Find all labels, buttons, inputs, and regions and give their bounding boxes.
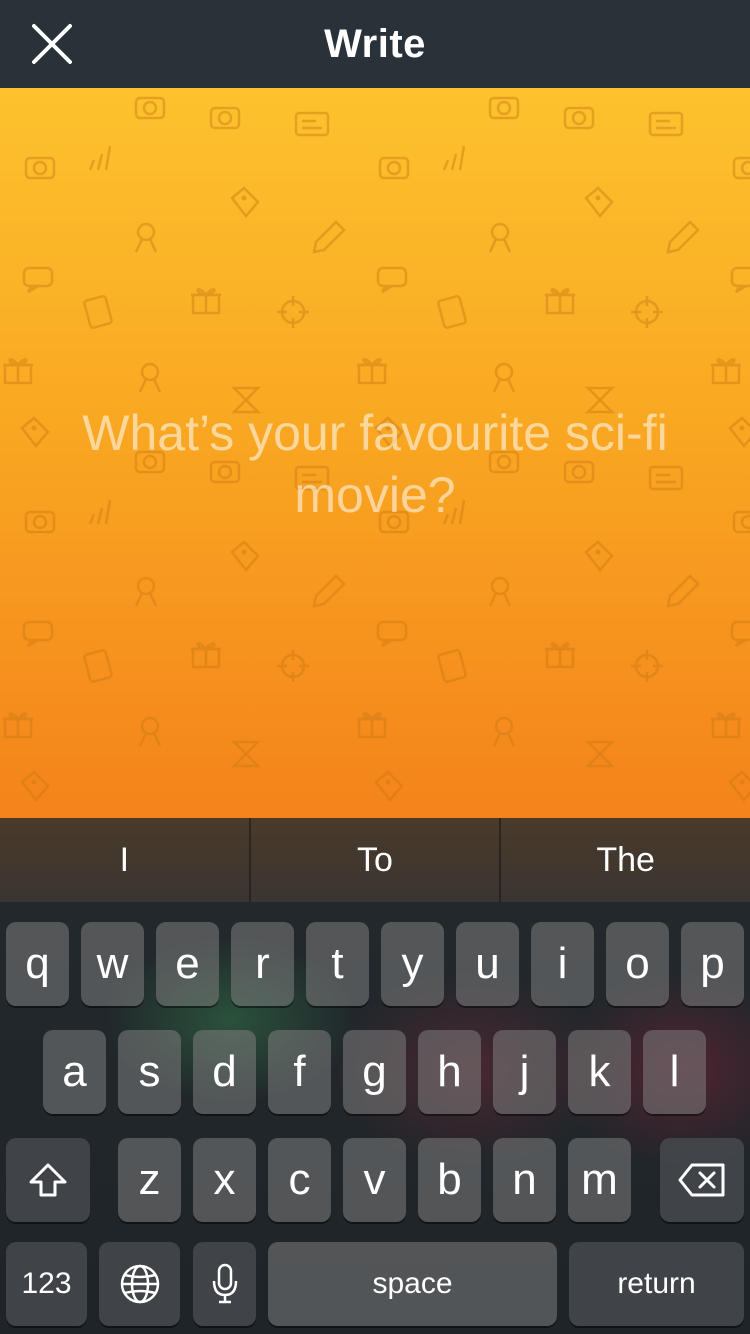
shift-icon (29, 1163, 67, 1197)
backspace-icon (678, 1163, 725, 1197)
key-z[interactable]: z (118, 1138, 181, 1222)
key-y[interactable]: y (381, 922, 444, 1006)
prediction-1[interactable]: I (0, 818, 249, 902)
key-p[interactable]: p (681, 922, 744, 1006)
dictation-key[interactable] (193, 1242, 256, 1326)
numbers-key[interactable]: 123 (6, 1242, 87, 1326)
key-q[interactable]: q (6, 922, 69, 1006)
key-s[interactable]: s (118, 1030, 181, 1114)
close-button[interactable] (26, 18, 78, 70)
key-a[interactable]: a (43, 1030, 106, 1114)
compose-canvas[interactable]: What’s your favourite sci-fi movie? (0, 88, 750, 818)
page-title: Write (324, 21, 426, 66)
key-d[interactable]: d (193, 1030, 256, 1114)
key-k[interactable]: k (568, 1030, 631, 1114)
key-j[interactable]: j (493, 1030, 556, 1114)
shift-key[interactable] (6, 1138, 90, 1222)
key-x[interactable]: x (193, 1138, 256, 1222)
prediction-3[interactable]: The (499, 818, 750, 902)
key-h[interactable]: h (418, 1030, 481, 1114)
key-t[interactable]: t (306, 922, 369, 1006)
microphone-icon (212, 1263, 237, 1304)
key-g[interactable]: g (343, 1030, 406, 1114)
key-b[interactable]: b (418, 1138, 481, 1222)
key-n[interactable]: n (493, 1138, 556, 1222)
key-v[interactable]: v (343, 1138, 406, 1222)
delete-key[interactable] (660, 1138, 744, 1222)
predictive-bar: I To The (0, 818, 750, 902)
key-c[interactable]: c (268, 1138, 331, 1222)
prediction-2[interactable]: To (248, 818, 500, 902)
key-u[interactable]: u (456, 922, 519, 1006)
space-key[interactable]: space (268, 1242, 557, 1326)
return-key[interactable]: return (569, 1242, 744, 1326)
key-f[interactable]: f (268, 1030, 331, 1114)
key-w[interactable]: w (81, 922, 144, 1006)
prompt-text[interactable]: What’s your favourite sci-fi movie? (40, 402, 710, 526)
key-m[interactable]: m (568, 1138, 631, 1222)
keyboard: I To The q w e r t y u i o p a s d f g h… (0, 818, 750, 1334)
close-icon (32, 24, 72, 64)
key-o[interactable]: o (606, 922, 669, 1006)
key-i[interactable]: i (531, 922, 594, 1006)
key-l[interactable]: l (643, 1030, 706, 1114)
key-r[interactable]: r (231, 922, 294, 1006)
globe-key[interactable] (99, 1242, 180, 1326)
key-e[interactable]: e (156, 922, 219, 1006)
globe-icon (120, 1264, 159, 1304)
compose-screen: Write What’s your favourite sci-fi movie… (0, 0, 750, 1334)
top-bar: Write (0, 0, 750, 88)
